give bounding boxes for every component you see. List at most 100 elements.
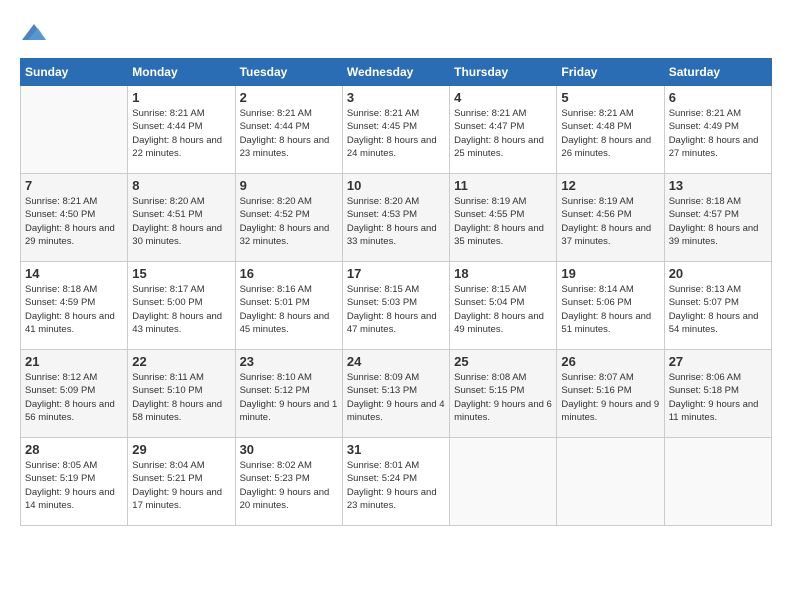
calendar-cell: 5 Sunrise: 8:21 AMSunset: 4:48 PMDaylight… xyxy=(557,86,664,174)
calendar-cell: 14 Sunrise: 8:18 AMSunset: 4:59 PMDayligh… xyxy=(21,262,128,350)
day-info: Sunrise: 8:19 AMSunset: 4:55 PMDaylight:… xyxy=(454,195,552,248)
day-info: Sunrise: 8:20 AMSunset: 4:51 PMDaylight:… xyxy=(132,195,230,248)
calendar-cell: 29 Sunrise: 8:04 AMSunset: 5:21 PMDayligh… xyxy=(128,438,235,526)
day-info: Sunrise: 8:14 AMSunset: 5:06 PMDaylight:… xyxy=(561,283,659,336)
calendar-cell: 12 Sunrise: 8:19 AMSunset: 4:56 PMDayligh… xyxy=(557,174,664,262)
day-number: 11 xyxy=(454,178,552,193)
day-number: 21 xyxy=(25,354,123,369)
calendar-cell: 22 Sunrise: 8:11 AMSunset: 5:10 PMDayligh… xyxy=(128,350,235,438)
col-header-saturday: Saturday xyxy=(664,59,771,86)
day-number: 16 xyxy=(240,266,338,281)
calendar-header-row: SundayMondayTuesdayWednesdayThursdayFrid… xyxy=(21,59,772,86)
day-info: Sunrise: 8:20 AMSunset: 4:52 PMDaylight:… xyxy=(240,195,338,248)
calendar-cell: 17 Sunrise: 8:15 AMSunset: 5:03 PMDayligh… xyxy=(342,262,449,350)
day-number: 2 xyxy=(240,90,338,105)
col-header-monday: Monday xyxy=(128,59,235,86)
day-number: 31 xyxy=(347,442,445,457)
calendar-week-5: 28 Sunrise: 8:05 AMSunset: 5:19 PMDayligh… xyxy=(21,438,772,526)
calendar-cell: 1Sunrise: 8:21 AMSunset: 4:44 PMDaylight… xyxy=(128,86,235,174)
day-info: Sunrise: 8:10 AMSunset: 5:12 PMDaylight:… xyxy=(240,371,338,424)
day-number: 29 xyxy=(132,442,230,457)
day-number: 10 xyxy=(347,178,445,193)
calendar-cell xyxy=(557,438,664,526)
calendar-cell: 16 Sunrise: 8:16 AMSunset: 5:01 PMDayligh… xyxy=(235,262,342,350)
calendar-cell: 3Sunrise: 8:21 AMSunset: 4:45 PMDaylight… xyxy=(342,86,449,174)
calendar-cell: 30 Sunrise: 8:02 AMSunset: 5:23 PMDayligh… xyxy=(235,438,342,526)
calendar-cell: 18 Sunrise: 8:15 AMSunset: 5:04 PMDayligh… xyxy=(450,262,557,350)
day-info: Sunrise: 8:18 AMSunset: 4:59 PMDaylight:… xyxy=(25,283,123,336)
day-number: 25 xyxy=(454,354,552,369)
day-info: Sunrise: 8:16 AMSunset: 5:01 PMDaylight:… xyxy=(240,283,338,336)
calendar-cell xyxy=(21,86,128,174)
day-number: 13 xyxy=(669,178,767,193)
day-info: Sunrise: 8:21 AMSunset: 4:49 PMDaylight:… xyxy=(669,107,767,160)
calendar-cell: 8 Sunrise: 8:20 AMSunset: 4:51 PMDaylight… xyxy=(128,174,235,262)
col-header-wednesday: Wednesday xyxy=(342,59,449,86)
calendar-cell: 21 Sunrise: 8:12 AMSunset: 5:09 PMDayligh… xyxy=(21,350,128,438)
calendar-week-3: 14 Sunrise: 8:18 AMSunset: 4:59 PMDayligh… xyxy=(21,262,772,350)
day-number: 23 xyxy=(240,354,338,369)
day-number: 15 xyxy=(132,266,230,281)
calendar-table: SundayMondayTuesdayWednesdayThursdayFrid… xyxy=(20,58,772,526)
day-info: Sunrise: 8:04 AMSunset: 5:21 PMDaylight:… xyxy=(132,459,230,512)
calendar-cell: 4 Sunrise: 8:21 AMSunset: 4:47 PMDaylight… xyxy=(450,86,557,174)
calendar-cell: 23 Sunrise: 8:10 AMSunset: 5:12 PMDayligh… xyxy=(235,350,342,438)
day-info: Sunrise: 8:18 AMSunset: 4:57 PMDaylight:… xyxy=(669,195,767,248)
day-info: Sunrise: 8:21 AMSunset: 4:47 PMDaylight:… xyxy=(454,107,552,160)
day-number: 14 xyxy=(25,266,123,281)
calendar-cell: 31 Sunrise: 8:01 AMSunset: 5:24 PMDayligh… xyxy=(342,438,449,526)
logo-icon xyxy=(20,20,48,48)
col-header-thursday: Thursday xyxy=(450,59,557,86)
day-number: 18 xyxy=(454,266,552,281)
day-info: Sunrise: 8:19 AMSunset: 4:56 PMDaylight:… xyxy=(561,195,659,248)
calendar-cell xyxy=(664,438,771,526)
calendar-cell xyxy=(450,438,557,526)
day-number: 22 xyxy=(132,354,230,369)
calendar-cell: 27 Sunrise: 8:06 AMSunset: 5:18 PMDayligh… xyxy=(664,350,771,438)
day-info: Sunrise: 8:05 AMSunset: 5:19 PMDaylight:… xyxy=(25,459,123,512)
calendar-cell: 10 Sunrise: 8:20 AMSunset: 4:53 PMDayligh… xyxy=(342,174,449,262)
day-info: Sunrise: 8:01 AMSunset: 5:24 PMDaylight:… xyxy=(347,459,445,512)
day-info: Sunrise: 8:15 AMSunset: 5:04 PMDaylight:… xyxy=(454,283,552,336)
day-info: Sunrise: 8:17 AMSunset: 5:00 PMDaylight:… xyxy=(132,283,230,336)
day-info: Sunrise: 8:12 AMSunset: 5:09 PMDaylight:… xyxy=(25,371,123,424)
calendar-cell: 9 Sunrise: 8:20 AMSunset: 4:52 PMDaylight… xyxy=(235,174,342,262)
col-header-sunday: Sunday xyxy=(21,59,128,86)
day-number: 27 xyxy=(669,354,767,369)
calendar-cell: 13 Sunrise: 8:18 AMSunset: 4:57 PMDayligh… xyxy=(664,174,771,262)
day-info: Sunrise: 8:13 AMSunset: 5:07 PMDaylight:… xyxy=(669,283,767,336)
calendar-cell: 25Sunrise: 8:08 AMSunset: 5:15 PMDayligh… xyxy=(450,350,557,438)
calendar-cell: 6 Sunrise: 8:21 AMSunset: 4:49 PMDaylight… xyxy=(664,86,771,174)
day-info: Sunrise: 8:20 AMSunset: 4:53 PMDaylight:… xyxy=(347,195,445,248)
day-number: 5 xyxy=(561,90,659,105)
calendar-cell: 24 Sunrise: 8:09 AMSunset: 5:13 PMDayligh… xyxy=(342,350,449,438)
day-number: 28 xyxy=(25,442,123,457)
calendar-cell: 11 Sunrise: 8:19 AMSunset: 4:55 PMDayligh… xyxy=(450,174,557,262)
day-info: Sunrise: 8:21 AMSunset: 4:48 PMDaylight:… xyxy=(561,107,659,160)
header xyxy=(20,20,772,48)
day-info: Sunrise: 8:15 AMSunset: 5:03 PMDaylight:… xyxy=(347,283,445,336)
day-number: 9 xyxy=(240,178,338,193)
calendar-cell: 28 Sunrise: 8:05 AMSunset: 5:19 PMDayligh… xyxy=(21,438,128,526)
day-number: 1 xyxy=(132,90,230,105)
day-info: Sunrise: 8:21 AMSunset: 4:44 PMDaylight:… xyxy=(240,107,338,160)
day-number: 17 xyxy=(347,266,445,281)
day-info: Sunrise: 8:02 AMSunset: 5:23 PMDaylight:… xyxy=(240,459,338,512)
day-number: 4 xyxy=(454,90,552,105)
day-number: 8 xyxy=(132,178,230,193)
calendar-cell: 2 Sunrise: 8:21 AMSunset: 4:44 PMDaylight… xyxy=(235,86,342,174)
logo xyxy=(20,20,50,48)
day-number: 30 xyxy=(240,442,338,457)
day-number: 20 xyxy=(669,266,767,281)
day-info: Sunrise: 8:09 AMSunset: 5:13 PMDaylight:… xyxy=(347,371,445,424)
day-info: Sunrise: 8:06 AMSunset: 5:18 PMDaylight:… xyxy=(669,371,767,424)
day-number: 26 xyxy=(561,354,659,369)
calendar-week-1: 1 Sunrise: 8:21 AMSunset: 4:44 PMDaylight… xyxy=(21,86,772,174)
calendar-week-4: 21 Sunrise: 8:12 AMSunset: 5:09 PMDayligh… xyxy=(21,350,772,438)
page: SundayMondayTuesdayWednesdayThursdayFrid… xyxy=(0,0,792,612)
day-number: 3 xyxy=(347,90,445,105)
day-number: 12 xyxy=(561,178,659,193)
day-number: 6 xyxy=(669,90,767,105)
day-info: Sunrise: 8:11 AMSunset: 5:10 PMDaylight:… xyxy=(132,371,230,424)
day-number: 24 xyxy=(347,354,445,369)
